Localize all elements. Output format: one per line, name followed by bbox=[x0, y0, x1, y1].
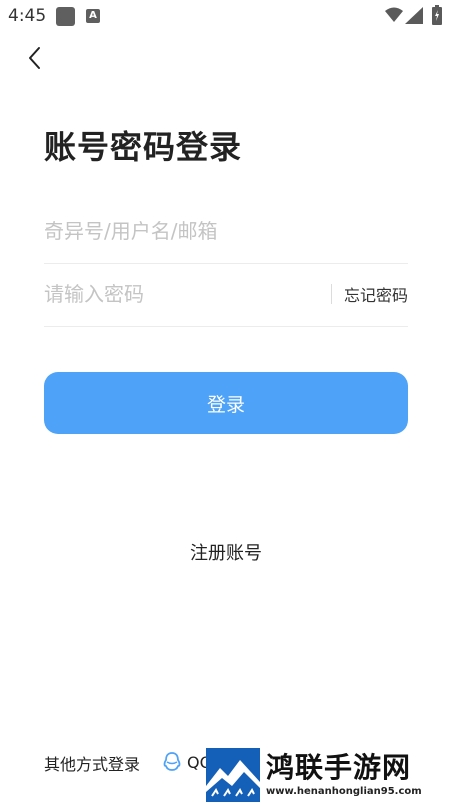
password-field-row: 忘记密码 bbox=[44, 262, 408, 327]
qq-penguin-icon bbox=[163, 752, 181, 771]
status-time: 4:45 bbox=[8, 6, 47, 26]
site-watermark: 鸿联手游网 www.henanhonglian95.com bbox=[206, 745, 452, 805]
qq-login-button[interactable]: QQ bbox=[163, 752, 212, 772]
password-input[interactable] bbox=[44, 274, 331, 314]
login-button[interactable]: 登录 bbox=[44, 372, 408, 434]
account-input[interactable] bbox=[44, 211, 408, 251]
watermark-url: www.henanhonglian95.com bbox=[266, 786, 422, 797]
register-link[interactable]: 注册账号 bbox=[0, 539, 452, 565]
a-letter-icon: A bbox=[86, 9, 100, 23]
wifi-icon bbox=[385, 7, 403, 22]
account-field-row bbox=[44, 199, 408, 264]
status-bar: 4:45 A bbox=[0, 0, 452, 32]
watermark-title: 鸿联手游网 bbox=[266, 751, 412, 784]
signal-icon bbox=[405, 7, 423, 24]
back-button[interactable] bbox=[20, 44, 48, 72]
battery-charging-icon bbox=[432, 5, 442, 25]
watermark-logo bbox=[206, 748, 260, 802]
page-title: 账号密码登录 bbox=[44, 128, 243, 166]
app-square-icon bbox=[56, 7, 75, 26]
other-login-label: 其他方式登录 bbox=[44, 755, 141, 774]
chevron-left-icon bbox=[29, 47, 40, 69]
forgot-password-link[interactable]: 忘记密码 bbox=[344, 282, 408, 306]
field-divider bbox=[330, 284, 332, 304]
